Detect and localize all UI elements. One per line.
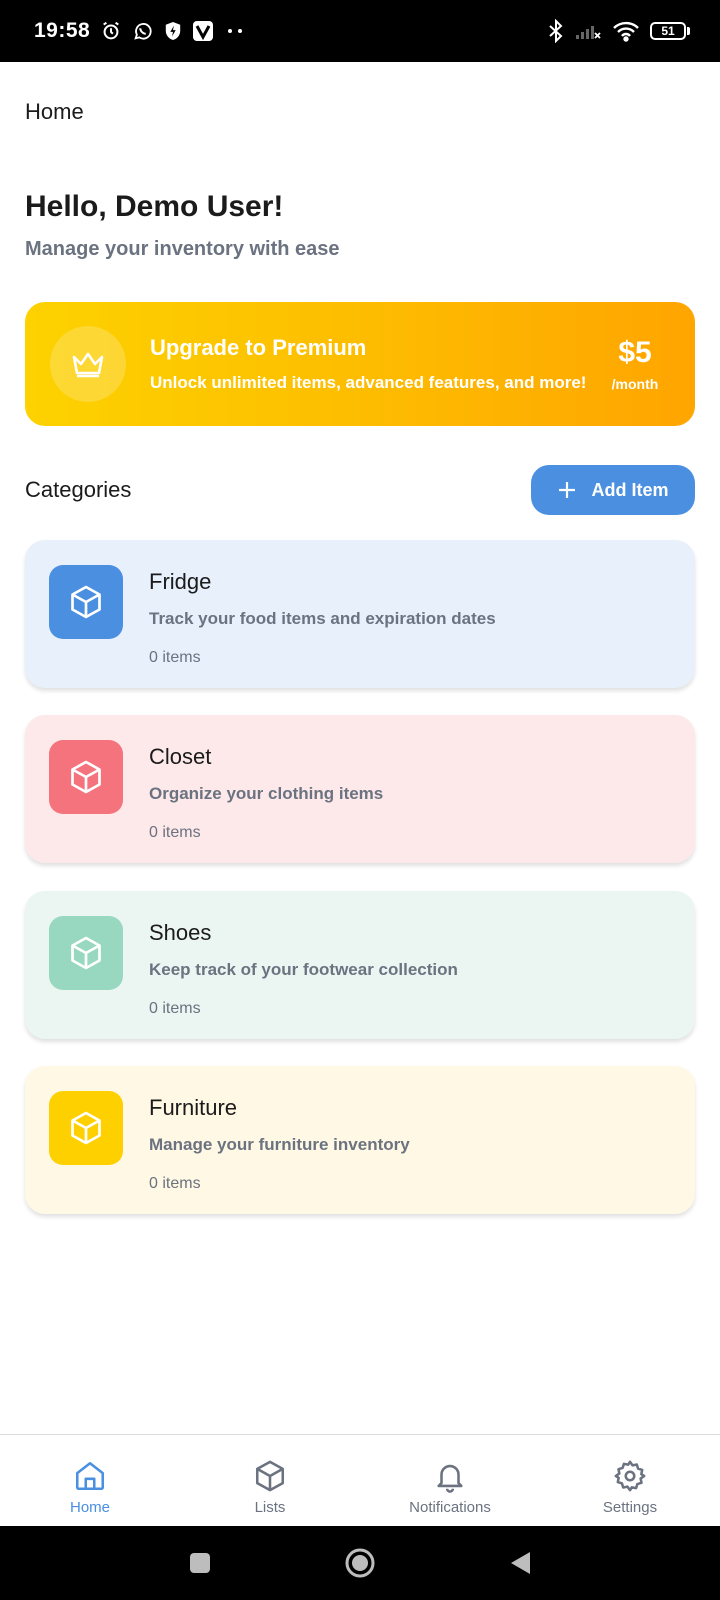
category-item-count: 0 items — [149, 1175, 201, 1192]
furniture-box-icon — [49, 1091, 123, 1165]
back-triangle-icon — [511, 1552, 530, 1574]
crown-icon — [72, 352, 104, 378]
square-icon — [190, 1553, 210, 1573]
closet-box-icon — [49, 740, 123, 814]
nav-label-notifications: Notifications — [409, 1499, 491, 1516]
premium-description: Unlock unlimited items, advanced feature… — [150, 373, 587, 392]
nav-item-settings[interactable]: Settings — [540, 1435, 720, 1526]
nav-item-lists[interactable]: Lists — [180, 1435, 360, 1526]
category-card-furniture[interactable]: Furniture Manage your furniture inventor… — [25, 1066, 695, 1214]
category-item-count: 0 items — [149, 649, 201, 666]
circle-icon — [345, 1548, 375, 1578]
category-title: Closet — [149, 744, 212, 769]
v-app-icon — [192, 20, 214, 42]
category-title: Furniture — [149, 1095, 238, 1120]
category-description: Organize your clothing items — [149, 784, 384, 803]
premium-price-block: $5 /month — [600, 336, 670, 392]
categories-title: Categories — [25, 477, 132, 502]
whatsapp-icon — [132, 20, 154, 42]
premium-period: /month — [611, 376, 659, 392]
premium-title: Upgrade to Premium — [150, 335, 367, 360]
greeting-heading: Hello, Demo User! — [25, 190, 284, 223]
upgrade-premium-banner[interactable]: Upgrade to Premium Unlock unlimited item… — [25, 302, 695, 426]
nav-item-home[interactable]: Home — [0, 1435, 180, 1526]
status-time: 19:58 — [34, 19, 91, 42]
bluetooth-icon — [548, 19, 564, 43]
shoes-box-icon — [49, 916, 123, 990]
category-description: Manage your furniture inventory — [149, 1135, 410, 1154]
category-item-count: 0 items — [149, 824, 201, 841]
category-card-shoes[interactable]: Shoes Keep track of your footwear collec… — [25, 891, 695, 1039]
premium-price: $5 — [618, 336, 652, 369]
home-system-button[interactable] — [280, 1547, 440, 1579]
battery-icon: 51 — [650, 22, 690, 40]
category-title: Fridge — [149, 569, 212, 594]
alarm-icon — [100, 20, 122, 42]
categories-header: Categories Add Item — [25, 464, 695, 516]
recents-button[interactable] — [120, 1551, 280, 1575]
category-description: Track your food items and expiration dat… — [149, 609, 496, 628]
home-icon — [75, 1461, 105, 1491]
category-title: Shoes — [149, 920, 212, 945]
system-navigation-bar — [0, 1526, 720, 1600]
fridge-box-icon — [49, 565, 123, 639]
app-bar: Home — [0, 62, 720, 164]
shield-icon — [164, 21, 182, 41]
nav-label-home: Home — [69, 1499, 110, 1516]
crown-icon-badge — [50, 326, 126, 402]
plus-icon — [559, 482, 576, 498]
status-bar: 19:58 51 — [0, 0, 720, 62]
nav-item-notifications[interactable]: Notifications — [360, 1435, 540, 1526]
signal-icon — [574, 21, 602, 41]
nav-label-lists: Lists — [254, 1499, 286, 1516]
battery-level: 51 — [650, 22, 686, 40]
category-card-closet[interactable]: Closet Organize your clothing items 0 it… — [25, 715, 695, 863]
nav-label-settings: Settings — [602, 1499, 658, 1516]
bottom-navigation: Home Lists Notifications Settings — [0, 1434, 720, 1526]
page-title: Home — [25, 99, 84, 124]
bell-icon — [437, 1464, 463, 1493]
category-item-count: 0 items — [149, 1000, 201, 1017]
back-button[interactable] — [440, 1550, 600, 1576]
wifi-icon — [612, 20, 640, 42]
more-notifications-icon — [224, 27, 246, 35]
add-item-button[interactable]: Add Item — [531, 465, 695, 515]
category-card-fridge[interactable]: Fridge Track your food items and expirat… — [25, 540, 695, 688]
add-item-label: Add Item — [591, 479, 669, 500]
greeting-subtitle: Manage your inventory with ease — [25, 238, 340, 260]
gear-icon — [614, 1460, 646, 1492]
box-icon — [255, 1460, 285, 1492]
category-description: Keep track of your footwear collection — [149, 960, 458, 979]
